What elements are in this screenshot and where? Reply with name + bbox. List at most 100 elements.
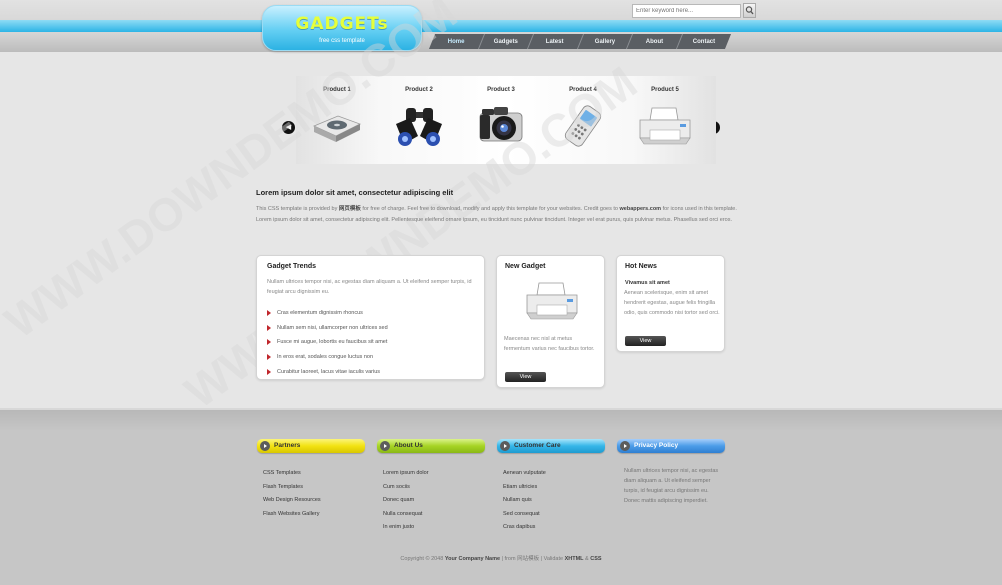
customer-care-title: Customer Care — [514, 442, 561, 449]
footer-link[interactable]: Web Design Resources — [263, 494, 321, 508]
product-label: Product 4 — [569, 87, 597, 93]
nav-home-label: Home — [447, 38, 465, 45]
bullet-arrow-icon — [267, 354, 271, 361]
nav-gadgets-label: Gadgets — [493, 38, 518, 45]
nav-gadgets[interactable]: Gadgets — [478, 34, 535, 49]
bullet-arrow-icon — [267, 368, 271, 375]
footer-link[interactable]: Sed consequat — [503, 508, 546, 522]
list-item-label: In eros erat, sodales congue luctus non — [277, 354, 374, 361]
printer-icon — [639, 107, 691, 145]
product-item[interactable]: Product 5 — [624, 76, 706, 164]
product-label: Product 2 — [405, 87, 433, 93]
copyright-validate: | Validate — [539, 556, 565, 562]
product-item[interactable]: Product 2 — [378, 76, 460, 164]
logo-title: GADGETs — [295, 14, 389, 34]
privacy-header: Privacy Policy — [617, 439, 725, 453]
list-item-label: Curabitur laoreet, lacus vitae iaculis v… — [277, 368, 381, 375]
footer-link[interactable]: Cras dapibus — [503, 521, 546, 535]
nav-home[interactable]: Home — [428, 34, 485, 49]
footer-link[interactable]: Donec quam — [383, 494, 429, 508]
footer-link[interactable]: Nullam quis — [503, 494, 546, 508]
footer-link[interactable]: Nulla consequat — [383, 508, 429, 522]
hot-news-text: Aenean scelerisque, enim sit amet hendre… — [624, 290, 720, 316]
new-gadget-text: Maecenas nec nisl at metus fermentum var… — [504, 336, 595, 352]
footer-link[interactable]: Flash Websites Gallery — [263, 508, 321, 522]
company-link[interactable]: Your Company Name — [445, 556, 500, 562]
camera-icon — [479, 107, 523, 142]
list-item[interactable]: Cras elementum dignissim rhoncus — [267, 306, 388, 321]
privacy-title: Privacy Policy — [634, 442, 679, 449]
nav-latest-label: Latest — [546, 38, 565, 45]
nav-latest[interactable]: Latest — [527, 34, 584, 49]
footer-link[interactable]: Cum sociis — [383, 481, 429, 495]
customer-care-links: Aenean vulputate Etiam ultricies Nullam … — [503, 467, 546, 535]
header-accent-bar — [0, 20, 1002, 32]
list-item-label: Fusce mi augue, lobortis eu faucibus sit… — [277, 339, 388, 346]
product-item[interactable]: Product 3 — [460, 76, 542, 164]
list-item[interactable]: Curabitur laoreet, lacus vitae iaculis v… — [267, 364, 388, 379]
search-icon — [745, 6, 754, 15]
intro-title: Lorem ipsum dolor sit amet, consectetur … — [256, 188, 454, 197]
footer-link[interactable]: Flash Templates — [263, 481, 321, 495]
footer-link[interactable]: Lorem ipsum dolor — [383, 467, 429, 481]
nav-contact[interactable]: Contact — [676, 34, 731, 49]
footer-link[interactable]: In enim justo — [383, 521, 429, 535]
xhtml-link[interactable]: XHTML — [565, 556, 584, 562]
logo-subtitle: free css template — [319, 38, 365, 44]
footer: Partners About Us Customer Care Privacy … — [0, 408, 1002, 585]
intro-text: This CSS template is provided by 网页模板 fo… — [256, 204, 748, 226]
play-arrow-icon — [620, 441, 630, 451]
hot-news-title: Hot News — [625, 263, 657, 270]
dvd-player-icon — [312, 115, 362, 142]
intro-credit-link[interactable]: webappers.com — [620, 206, 662, 212]
nav-gallery[interactable]: Gallery — [577, 34, 634, 49]
product-slider: Product 1 Product 2 Product 3 Product 4 … — [296, 76, 716, 164]
slider-prev-button[interactable]: ◀ — [282, 121, 295, 134]
nav-contact-label: Contact — [692, 38, 715, 45]
about-header: About Us — [377, 439, 485, 453]
binoculars-icon — [396, 108, 442, 146]
search-button[interactable] — [743, 3, 756, 18]
copyright-from: | from — [500, 556, 518, 562]
header: GADGETs free css template Home Gadgets L… — [0, 0, 1002, 52]
new-gadget-title: New Gadget — [505, 263, 546, 270]
product-label: Product 1 — [323, 87, 351, 93]
product-label: Product 5 — [651, 87, 679, 93]
hot-news-headline[interactable]: Vivamus sit amet — [625, 280, 670, 286]
product-item[interactable]: Product 1 — [296, 76, 378, 164]
nav-about[interactable]: About — [626, 34, 683, 49]
gadget-trends-title: Gadget Trends — [267, 263, 317, 270]
css-link[interactable]: CSS — [590, 556, 601, 562]
intro-text-part2: for free of charge. Feel free to downloa… — [360, 206, 620, 212]
intro-text-part1: This CSS template is provided by — [256, 206, 339, 212]
play-arrow-icon — [380, 441, 390, 451]
list-item-label: Cras elementum dignissim rhoncus — [277, 310, 363, 317]
hot-news-view-button[interactable]: View — [625, 336, 666, 346]
product-label: Product 3 — [487, 87, 515, 93]
site-logo[interactable]: GADGETs free css template — [262, 5, 422, 51]
printer-icon — [526, 282, 578, 320]
play-arrow-icon — [500, 441, 510, 451]
list-item[interactable]: In eros erat, sodales congue luctus non — [267, 350, 388, 365]
new-gadget-box: New Gadget Maecenas nec nisl at metus fe… — [496, 255, 605, 388]
gadget-trends-text: Nullam ultrices tempor nisi, ac egestas … — [267, 279, 472, 295]
gadget-trends-box: Gadget Trends Nullam ultrices tempor nis… — [256, 255, 485, 380]
list-item[interactable]: Nullam sem nisi, ullamcorper non ultrice… — [267, 321, 388, 336]
intro-source-link[interactable]: 网页模板 — [339, 206, 361, 212]
nav-about-label: About — [645, 38, 663, 45]
customer-care-header: Customer Care — [497, 439, 605, 453]
search-input[interactable] — [632, 4, 741, 18]
footer-link[interactable]: CSS Templates — [263, 467, 321, 481]
list-item[interactable]: Fusce mi augue, lobortis eu faucibus sit… — [267, 335, 388, 350]
partners-title: Partners — [274, 442, 301, 449]
product-item[interactable]: Product 4 — [542, 76, 624, 164]
source-link[interactable]: 网站模板 — [517, 556, 539, 562]
nav-gallery-label: Gallery — [594, 38, 615, 45]
footer-link[interactable]: Etiam ultricies — [503, 481, 546, 495]
new-gadget-view-button[interactable]: View — [505, 372, 546, 382]
bullet-arrow-icon — [267, 339, 271, 346]
copyright: Copyright © 2048 Your Company Name | fro… — [0, 554, 1002, 562]
about-links: Lorem ipsum dolor Cum sociis Donec quam … — [383, 467, 429, 535]
footer-link[interactable]: Aenean vulputate — [503, 467, 546, 481]
partners-links: CSS Templates Flash Templates Web Design… — [263, 467, 321, 521]
